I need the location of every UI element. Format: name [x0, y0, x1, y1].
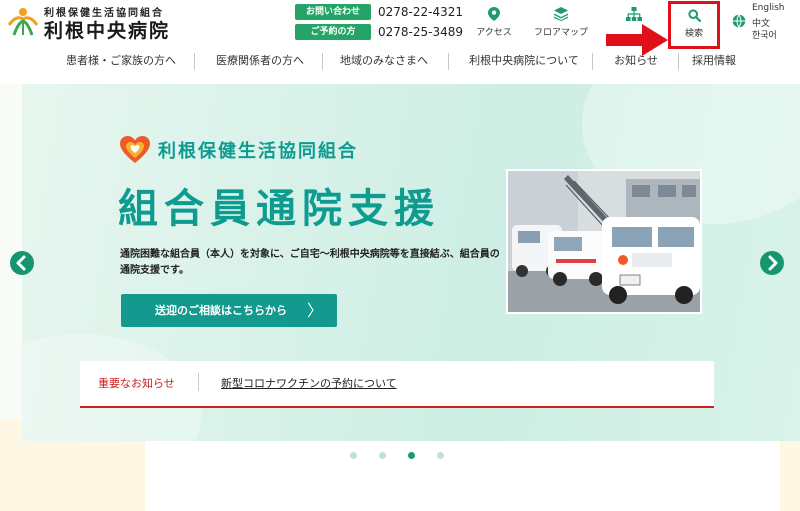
logo-mark-icon	[7, 8, 39, 36]
contact-inquiry[interactable]: お問い合わせ 0278-22-4321	[295, 4, 465, 21]
carousel-dot[interactable]	[350, 452, 357, 459]
search-icon	[687, 9, 701, 22]
carousel-dot[interactable]	[379, 452, 386, 459]
hero-description: 通院困難な組合員（本人）を対象に、ご自宅〜利根中央病院等を直接結ぶ、組合員の通院…	[120, 249, 500, 276]
shuttle-consult-button[interactable]: 送迎のご相談はこちらから 〉	[121, 294, 337, 327]
main-nav: 患者様・ご家族の方へ 医療関係者の方へ 地域のみなさまへ 利根中央病院について …	[52, 49, 752, 73]
nav-about[interactable]: 利根中央病院について	[458, 49, 590, 73]
notice-divider	[198, 373, 199, 391]
floor-map-label: フロアマップ	[533, 28, 588, 38]
logo-name: 利根中央病院	[44, 20, 171, 42]
important-notice-bar: 重要なお知らせ 新型コロナワクチンの予約について	[80, 361, 714, 408]
carousel-dot[interactable]	[437, 452, 444, 459]
nav-divider	[678, 53, 679, 70]
search-label: 検索	[684, 29, 703, 39]
access-label: アクセス	[476, 28, 512, 38]
floor-map-link[interactable]: フロアマップ	[528, 5, 594, 43]
contact-reservation-number[interactable]: 0278-25-3489	[378, 24, 463, 40]
nav-community[interactable]: 地域のみなさまへ	[334, 49, 434, 73]
carousel-dots	[350, 452, 446, 460]
access-link[interactable]: アクセス	[470, 5, 518, 43]
language-switcher: English 中文 한국어	[732, 3, 798, 43]
chevron-right-icon: 〉	[306, 301, 323, 320]
contact-inquiry-number[interactable]: 0278-22-4321	[378, 4, 463, 20]
slider-prev-button[interactable]	[10, 251, 34, 275]
nav-recruit[interactable]: 採用情報	[682, 49, 746, 73]
nav-divider	[592, 53, 593, 70]
map-pin-icon	[488, 7, 500, 21]
shuttle-vans-photo	[506, 169, 702, 314]
contact-reservation[interactable]: ご予約の方 0278-25-3489	[295, 24, 465, 41]
chevron-left-icon	[16, 255, 26, 271]
hero-title: 組合員通院支援	[118, 186, 440, 232]
shuttle-consult-label: 送迎のご相談はこちらから	[155, 304, 287, 317]
language-korean[interactable]: 한국어	[752, 28, 777, 41]
bottom-decoration	[780, 440, 800, 511]
hero-org-name: 利根保健生活協同組合	[158, 141, 358, 162]
carousel-dot[interactable]	[408, 452, 415, 459]
nav-divider	[194, 53, 195, 70]
site-logo[interactable]: 利根保健生活協同組合 利根中央病院	[6, 3, 196, 42]
notice-link[interactable]: 新型コロナワクチンの予約について	[221, 375, 397, 391]
sitemap-icon	[626, 7, 642, 21]
notice-label: 重要なお知らせ	[98, 377, 175, 390]
language-english[interactable]: English	[752, 3, 785, 13]
nav-divider	[448, 53, 449, 70]
contact-reservation-label: ご予約の方	[295, 24, 371, 40]
slider-next-button[interactable]	[760, 251, 784, 275]
heart-logo-icon	[120, 136, 150, 163]
chevron-right-icon	[768, 255, 778, 271]
search-button[interactable]: 検索	[668, 1, 720, 49]
contact-inquiry-label: お問い合わせ	[295, 4, 371, 20]
layers-icon	[554, 7, 568, 21]
hero-slide: 利根保健生活協同組合 組合員通院支援 通院困難な組合員（本人）を対象に、ご自宅〜…	[22, 84, 800, 441]
globe-icon	[732, 14, 746, 28]
nav-medical-staff[interactable]: 医療関係者の方へ	[208, 49, 312, 73]
nav-divider	[322, 53, 323, 70]
nav-news[interactable]: お知らせ	[598, 49, 674, 73]
vans-illustration	[508, 171, 700, 312]
nav-patients[interactable]: 患者様・ご家族の方へ	[60, 49, 182, 73]
site-header: 利根保健生活協同組合 利根中央病院 お問い合わせ 0278-22-4321 ご予…	[0, 0, 800, 49]
